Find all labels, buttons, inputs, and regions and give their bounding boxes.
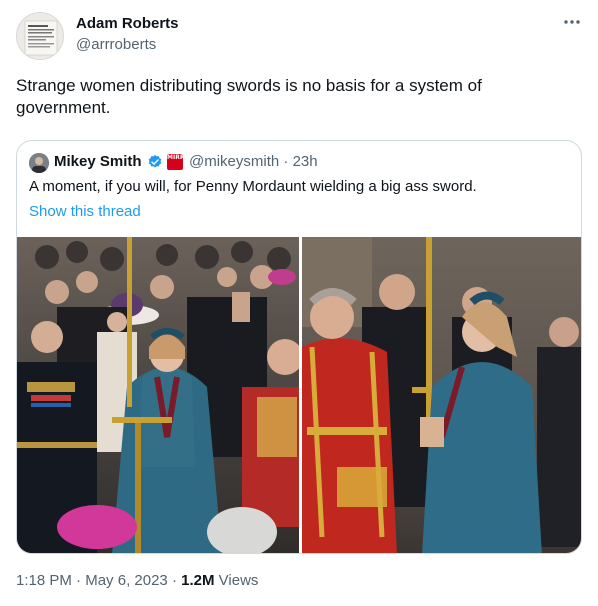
author-name[interactable]: Adam Roberts <box>76 15 179 32</box>
more-dots-icon <box>564 20 580 24</box>
meta-separator: · <box>76 572 82 589</box>
affiliate-badge-icon: MIRROR <box>167 154 194 170</box>
views-label: Views <box>218 572 259 589</box>
tweet-time[interactable]: 1:18 PM <box>16 572 72 589</box>
quote-author-avatar[interactable] <box>29 153 49 173</box>
coronation-photo-left[interactable] <box>17 237 299 553</box>
show-thread-link[interactable]: Show this thread <box>29 203 141 220</box>
more-options-button[interactable] <box>560 10 584 34</box>
tweet-text: Strange women distributing swords is no … <box>16 76 482 117</box>
quote-time: 23h <box>292 153 318 170</box>
separator-dot: · <box>283 153 289 170</box>
author-avatar[interactable] <box>16 12 64 60</box>
author-handle[interactable]: @arrroberts <box>76 36 156 53</box>
views-count: 1.2M <box>181 572 215 589</box>
meta-separator-2: · <box>171 572 177 589</box>
quoted-tweet-card[interactable]: Mikey Smith MIRROR @mikeysmith · 23h A m… <box>16 140 582 554</box>
tweet-meta: 1:18 PM · May 6, 2023 · 1.2M Views <box>16 572 258 589</box>
quote-author-name[interactable]: Mikey Smith <box>54 153 142 170</box>
coronation-photo-right[interactable] <box>302 237 581 553</box>
quote-author-handle: @mikeysmith <box>189 153 280 170</box>
quote-media[interactable] <box>17 237 581 553</box>
tweet-date[interactable]: May 6, 2023 <box>85 572 168 589</box>
quote-author-handle-time[interactable]: @mikeysmith · 23h <box>189 153 318 170</box>
verified-icon <box>148 155 162 168</box>
quote-text: A moment, if you will, for Penny Mordaun… <box>29 178 477 195</box>
